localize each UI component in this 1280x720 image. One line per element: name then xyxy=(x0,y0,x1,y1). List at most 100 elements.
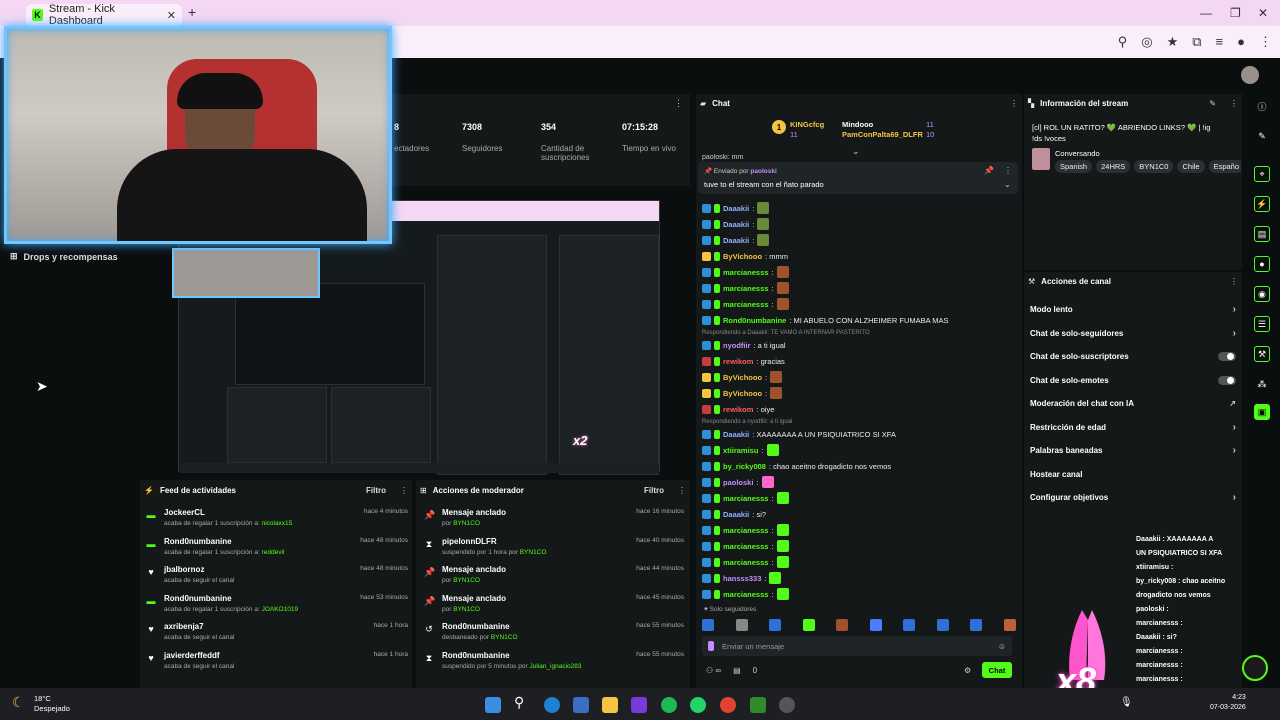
pinned-message[interactable]: 📌 Enviado por paoloski tuve to el stream… xyxy=(698,162,1018,194)
chat-username[interactable]: Rond0numbanine xyxy=(723,316,786,325)
chat-username[interactable]: Daaakii xyxy=(723,430,749,439)
more-icon[interactable]: ⋮ xyxy=(1259,34,1272,50)
settings-icon[interactable]: ⚙ xyxy=(964,666,971,675)
weather-widget[interactable]: 18°C Despejado xyxy=(34,694,70,714)
feed-row-name[interactable]: pipelonnDLFR xyxy=(442,537,546,546)
pin-icon[interactable]: 📌 xyxy=(984,166,994,175)
feed-row-target[interactable]: Julian_ignacio283 xyxy=(529,663,581,670)
emote-icon[interactable] xyxy=(970,619,983,631)
chat-username[interactable]: marcianesss xyxy=(723,284,768,293)
edit-icon[interactable]: ✎ xyxy=(1209,99,1216,108)
feed-row-name[interactable]: Rond0numbanine xyxy=(442,622,518,631)
feed-row-name[interactable]: axribenja7 xyxy=(164,622,234,631)
chat-username[interactable]: marcianesss xyxy=(723,494,768,503)
emote-icon[interactable] xyxy=(936,619,949,631)
document-icon[interactable]: ▤ xyxy=(1254,226,1270,242)
xbox-icon[interactable] xyxy=(750,697,766,713)
pinned-menu-icon[interactable]: ⋮ xyxy=(1004,166,1012,175)
feed-row-name[interactable]: Mensaje anclado xyxy=(442,565,506,574)
focus-icon[interactable]: ⌖ xyxy=(1254,166,1270,182)
app-icon[interactable] xyxy=(631,697,647,713)
maximize-button[interactable]: ❐ xyxy=(1230,6,1241,20)
feed-row-name[interactable]: javierderffeddf xyxy=(164,651,234,660)
chat-username[interactable]: Daaakii xyxy=(723,204,749,213)
panel-menu-icon[interactable]: ⋮ xyxy=(1230,99,1238,108)
chat-username[interactable]: by_ricky008 xyxy=(723,462,766,471)
panel-menu-icon[interactable]: ⋮ xyxy=(1010,99,1018,108)
chat-username[interactable]: marcianesss xyxy=(723,300,768,309)
feed-row-target[interactable]: reddevil xyxy=(262,549,285,556)
channel-action-item[interactable]: Moderación del chat con IA ↗ xyxy=(1024,392,1242,416)
add-widget-icon[interactable]: ▣ xyxy=(1254,404,1270,420)
chat-username[interactable]: marcianesss xyxy=(723,590,768,599)
emote-icon[interactable] xyxy=(769,619,782,631)
channel-action-item[interactable]: Chat de solo-seguidores › xyxy=(1024,322,1242,346)
emote-icon[interactable] xyxy=(836,619,849,631)
emote-icon[interactable] xyxy=(1003,619,1016,631)
bolt-icon[interactable]: ⚡ xyxy=(1254,196,1270,212)
store-icon[interactable] xyxy=(573,697,589,713)
browser-tab[interactable]: K Stream - Kick Dashboard ✕ xyxy=(26,3,182,27)
info-circle-icon[interactable]: ⓘ xyxy=(1254,98,1270,114)
broadcast-icon[interactable]: ◉ xyxy=(1254,286,1270,302)
emote-icon[interactable] xyxy=(903,619,916,631)
chat-username[interactable]: hansss333 xyxy=(723,574,761,583)
media-icon[interactable]: ≡ xyxy=(1216,34,1224,50)
gift-icon[interactable]: ▤ xyxy=(733,666,741,675)
close-window-button[interactable]: ✕ xyxy=(1258,6,1268,20)
chat-username[interactable]: ByVichooo xyxy=(723,252,762,261)
channel-action-item[interactable]: Configurar objetivos › xyxy=(1024,486,1242,510)
edge-icon[interactable] xyxy=(544,697,560,713)
feed-row-name[interactable]: Rond0numbanine xyxy=(164,537,284,546)
chat-username[interactable]: marcianesss xyxy=(723,558,768,567)
eye-off-icon[interactable]: ◎ xyxy=(1141,34,1152,50)
panel-menu-icon[interactable]: ⋮ xyxy=(400,486,408,495)
send-chat-button[interactable]: Chat xyxy=(982,662,1012,678)
filter-button[interactable]: Filtro xyxy=(644,486,664,495)
users-icon[interactable]: ⚇ ∞ xyxy=(706,666,721,675)
chat-username[interactable]: xtiiramisu xyxy=(723,446,758,455)
feed-row-target[interactable]: JOAKO1019 xyxy=(262,606,299,613)
channel-action-item[interactable]: Chat de solo-suscriptores xyxy=(1024,345,1242,369)
stats-menu-icon[interactable]: ⋮ xyxy=(674,98,683,109)
chat-username[interactable]: Daaakii xyxy=(723,220,749,229)
chat-username[interactable]: rewikom xyxy=(723,357,753,366)
filter-button[interactable]: Filtro xyxy=(366,486,386,495)
sidebar-item-drops[interactable]: ⊞ Drops y recompensas xyxy=(10,251,118,262)
collapse-chevron-icon[interactable]: ⌄ xyxy=(852,146,860,157)
minimize-button[interactable]: — xyxy=(1200,6,1212,20)
tools-icon[interactable]: ⚒ xyxy=(1254,346,1270,362)
emote-icon[interactable] xyxy=(735,619,748,631)
whatsapp-icon[interactable] xyxy=(690,697,706,713)
folder-icon[interactable] xyxy=(602,697,618,713)
chat-input[interactable]: Enviar un mensaje ☺ xyxy=(702,636,1012,656)
channel-action-item[interactable]: Modo lento › xyxy=(1024,298,1242,322)
chat-username[interactable]: ByVichooo xyxy=(723,389,762,398)
feed-row-name[interactable]: Rond0numbanine xyxy=(164,594,298,603)
zoom-icon[interactable]: ⚲ xyxy=(1118,34,1128,50)
channel-action-item[interactable]: Restricción de edad › xyxy=(1024,416,1242,440)
feed-row-name[interactable]: Mensaje anclado xyxy=(442,594,506,603)
windows-start-icon[interactable] xyxy=(485,697,501,713)
feed-row-name[interactable]: Mensaje anclado xyxy=(442,508,506,517)
chat-username[interactable]: paoloski xyxy=(723,478,753,487)
chat-bubble-icon[interactable]: ● xyxy=(1254,256,1270,272)
search-icon[interactable]: ⚲ xyxy=(514,694,524,711)
feed-row-target[interactable]: nicolaxx15 xyxy=(262,520,293,527)
panel-menu-icon[interactable]: ⋮ xyxy=(678,486,686,495)
feed-row-name[interactable]: jbalbornoz xyxy=(164,565,234,574)
emote-icon[interactable] xyxy=(702,619,714,631)
obs-icon[interactable] xyxy=(779,697,795,713)
new-tab-button[interactable]: + xyxy=(188,4,196,20)
star-icon[interactable]: ★ xyxy=(1167,34,1179,50)
feed-row-target[interactable]: BYN1CO xyxy=(491,634,518,641)
chat-username[interactable]: marcianesss xyxy=(723,268,768,277)
chat-username[interactable]: marcianesss xyxy=(723,542,768,551)
feed-row-target[interactable]: BYN1CO xyxy=(453,577,480,584)
chat-username[interactable]: rewikom xyxy=(723,405,753,414)
feed-row-target[interactable]: BYN1CO xyxy=(453,606,480,613)
chat-username[interactable]: Daaakii xyxy=(723,236,749,245)
user-avatar[interactable] xyxy=(1241,66,1259,84)
chrome-icon[interactable] xyxy=(720,697,736,713)
profile-icon[interactable]: ● xyxy=(1237,34,1245,50)
